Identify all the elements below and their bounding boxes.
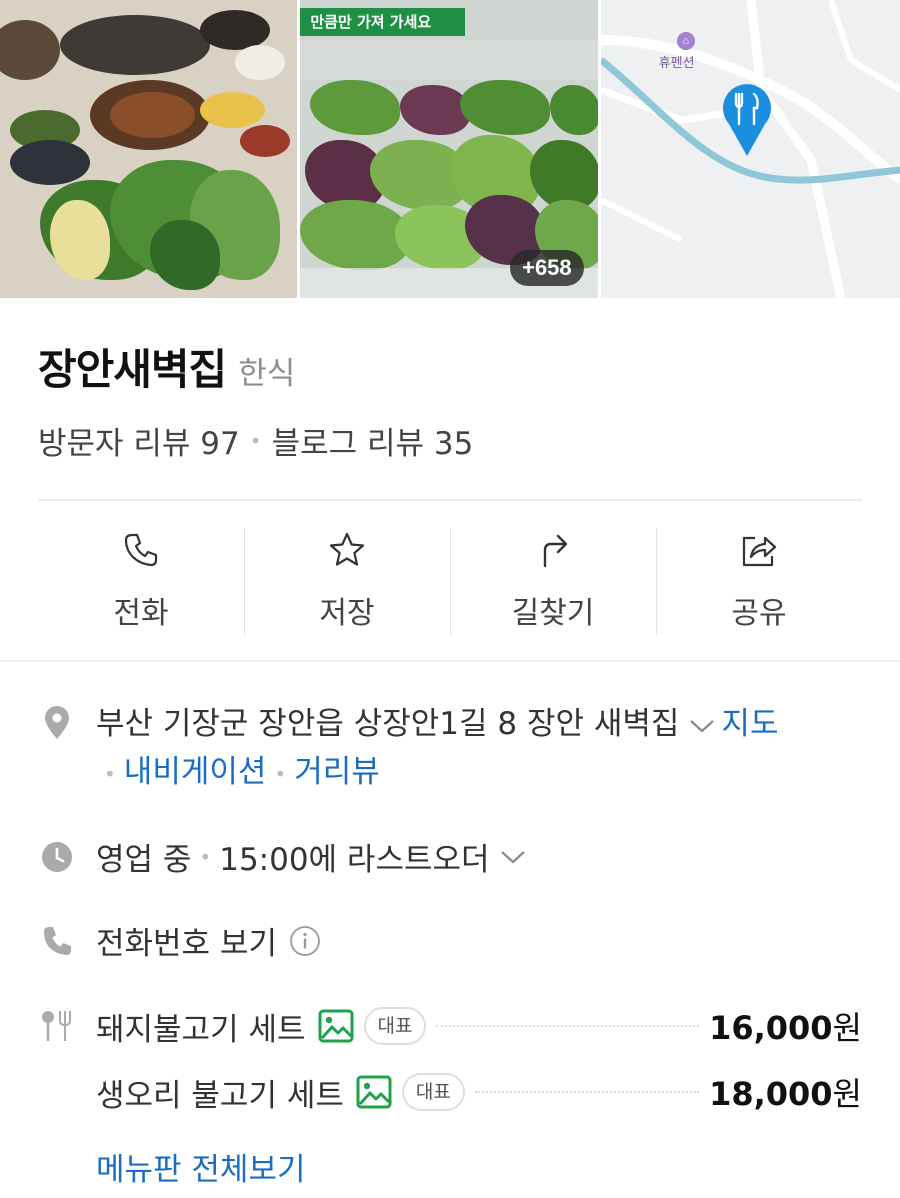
chevron-down-icon[interactable]: [689, 718, 715, 734]
photo-icon[interactable]: [356, 1075, 392, 1109]
utensils-icon: [42, 1011, 71, 1041]
address-block: 부산 기장군 장안읍 상장안1길 8 장안 새벽집 지도 • 내비게이션 • 거리뷰: [96, 700, 866, 798]
review-summary: 방문자 리뷰 97 • 블로그 리뷰 35: [38, 418, 473, 463]
call-label: 전화: [113, 596, 169, 631]
restaurant-pin-icon: [722, 84, 771, 156]
separator-dot: •: [249, 428, 262, 453]
map-poi-label: 휴펜션: [658, 56, 695, 71]
divider: [0, 660, 900, 662]
menu-item[interactable]: 돼지불고기 세트 대표 16,000원: [96, 1002, 862, 1050]
location-pin-icon: [45, 706, 69, 739]
open-status: 영업 중: [96, 842, 192, 878]
action-bar: 전화 저장 길찾기 공유: [38, 528, 862, 636]
gallery-photo-vegetables[interactable]: 만큼만 가져 가세요 +658: [300, 0, 598, 298]
dotted-leader: [474, 1091, 700, 1093]
menu-item[interactable]: 생오리 불고기 세트 대표 18,000원: [96, 1068, 862, 1116]
navigation-link[interactable]: 내비게이션: [124, 754, 267, 790]
streetview-link[interactable]: 거리뷰: [294, 754, 380, 790]
separator-dot: •: [199, 844, 212, 869]
menu-item-name: 생오리 불고기 세트: [96, 1077, 344, 1114]
phone-view-label: 전화번호 보기: [96, 926, 277, 962]
directions-label: 길찾기: [511, 596, 595, 631]
call-button[interactable]: 전화: [38, 528, 244, 636]
directions-icon: [543, 534, 568, 568]
divider: [38, 499, 862, 501]
visitor-review-link[interactable]: 방문자 리뷰 97: [38, 418, 240, 463]
photo-count-badge[interactable]: +658: [510, 250, 584, 286]
blog-review-link[interactable]: 블로그 리뷰 35: [272, 418, 474, 463]
menu-item-price: 18,000원: [709, 1075, 862, 1113]
directions-button[interactable]: 길찾기: [450, 528, 656, 636]
photo-icon[interactable]: [318, 1009, 354, 1043]
share-label: 공유: [731, 596, 787, 631]
save-label: 저장: [319, 596, 375, 631]
signature-badge: 대표: [363, 1007, 427, 1045]
lodging-icon: ⌂: [676, 32, 695, 50]
map-link[interactable]: 지도: [721, 706, 778, 742]
menu-item-price: 16,000원: [709, 1009, 862, 1047]
signature-badge: 대표: [401, 1073, 465, 1111]
phone-icon: [124, 533, 158, 567]
separator-dot: •: [104, 761, 116, 786]
address-text: 부산 기장군 장안읍 상장안1길 8 장안 새벽집: [96, 706, 680, 742]
place-title-row: 장안새벽집 한식: [38, 336, 295, 397]
photo-gallery[interactable]: 만큼만 가져 가세요 +658 ⌂ 휴펜션: [0, 0, 900, 298]
chevron-down-icon[interactable]: [500, 849, 526, 865]
last-order-text: 15:00에 라스트오더: [219, 842, 490, 878]
place-name: 장안새벽집: [38, 345, 227, 394]
place-category: 한식: [238, 356, 296, 392]
separator-dot: •: [274, 761, 287, 786]
business-hours[interactable]: 영업 중 • 15:00에 라스트오더: [96, 834, 532, 879]
phone-icon: [44, 927, 71, 955]
clock-icon: [42, 842, 72, 872]
map-thumbnail[interactable]: ⌂ 휴펜션: [600, 0, 900, 298]
share-icon: [742, 536, 777, 567]
photo-sign-text: 만큼만 가져 가세요: [300, 8, 466, 36]
dotted-leader: [436, 1025, 700, 1027]
star-icon: [329, 532, 365, 566]
phone-row[interactable]: 전화번호 보기: [96, 918, 321, 963]
gallery-photo-food[interactable]: [0, 0, 298, 298]
save-button[interactable]: 저장: [244, 528, 450, 636]
share-button[interactable]: 공유: [656, 528, 862, 636]
info-icon[interactable]: [289, 925, 321, 957]
full-menu-link[interactable]: 메뉴판 전체보기: [96, 1144, 306, 1189]
menu-item-name: 돼지불고기 세트: [96, 1011, 306, 1048]
